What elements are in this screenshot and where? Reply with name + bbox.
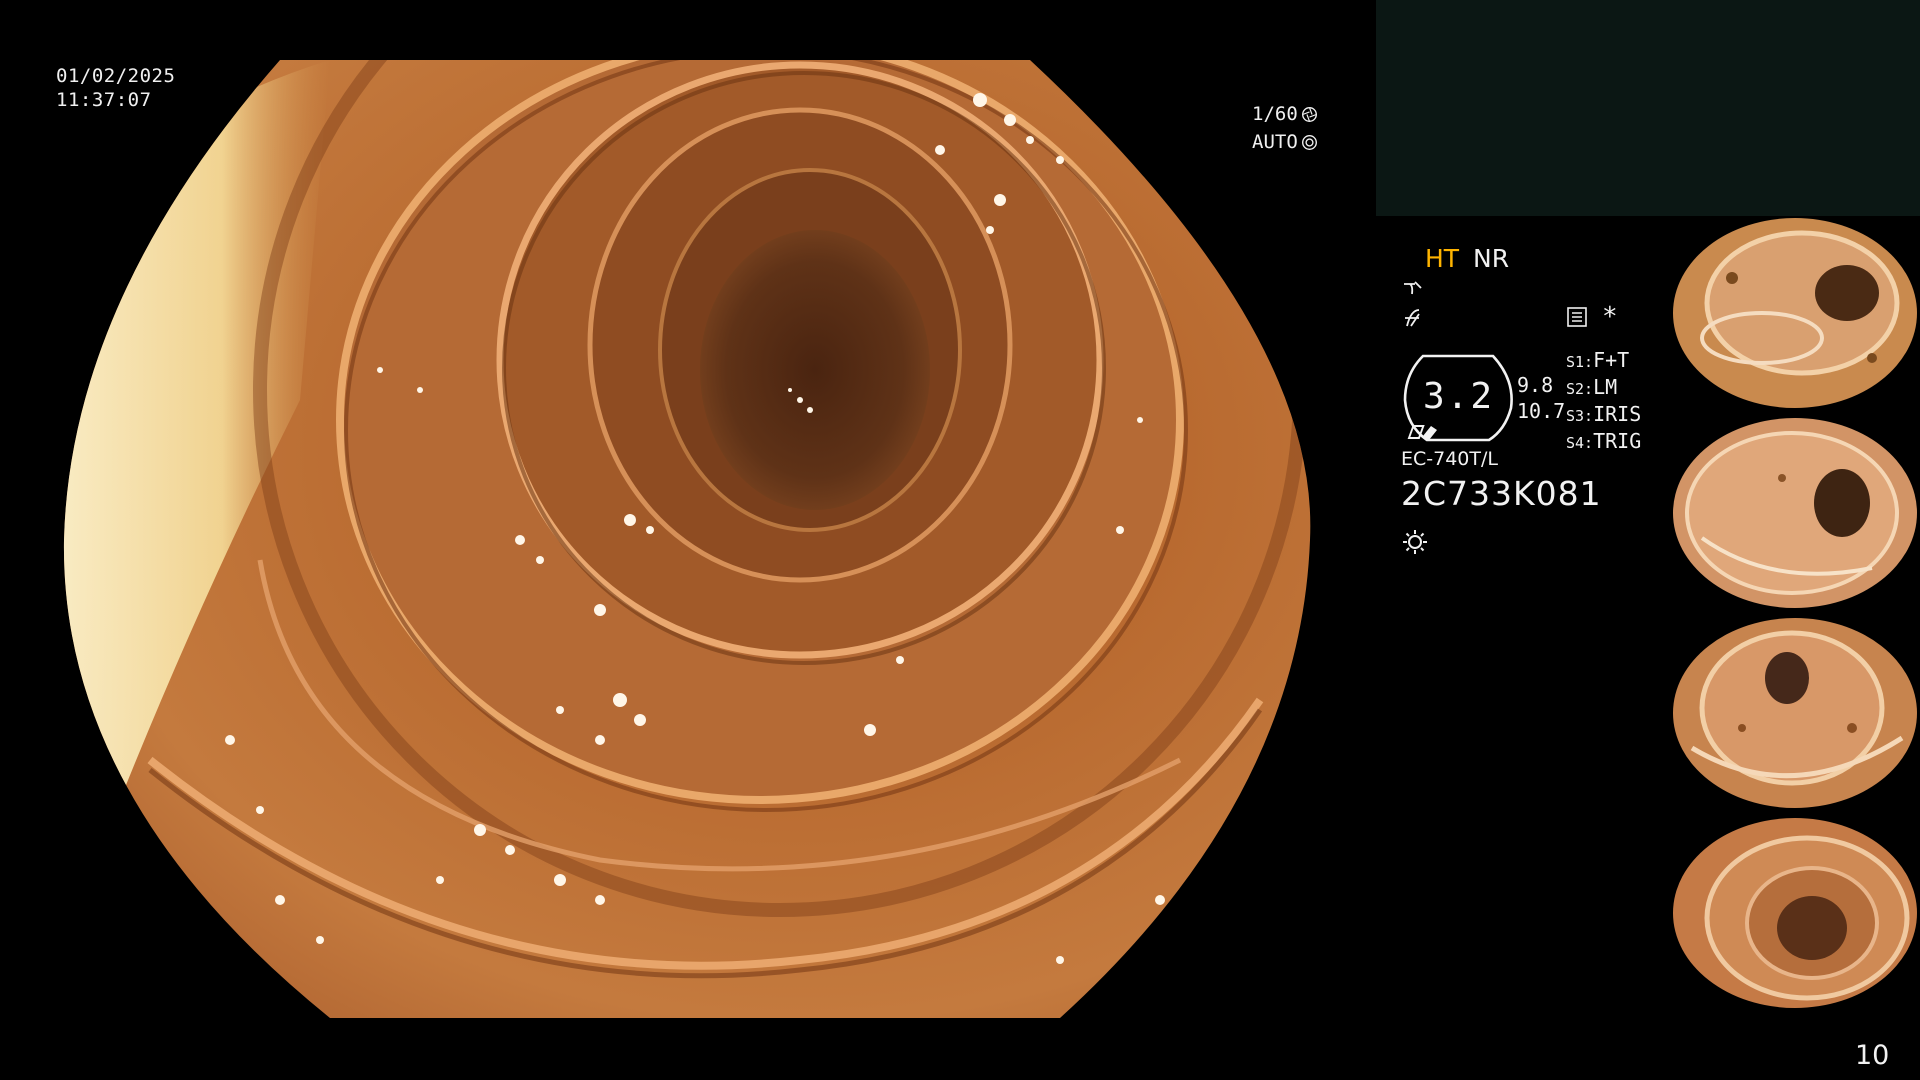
- top-right-panel: [1376, 0, 1920, 216]
- shutter-row: 1/60: [1252, 100, 1318, 128]
- thumbnail-3[interactable]: [1672, 618, 1918, 808]
- setting-key: S2:: [1566, 380, 1594, 398]
- setting-key: S1:: [1566, 353, 1594, 371]
- gauge-value-1: 9.8: [1517, 373, 1554, 397]
- setting-row-s2: S2:LM: [1566, 375, 1686, 402]
- iris-icon: [1301, 134, 1317, 150]
- settings-icons: *: [1566, 302, 1686, 332]
- setting-row-s4: S4:TRIG: [1566, 429, 1686, 456]
- mode-ht-label: HT: [1425, 244, 1460, 273]
- setting-key: S3:: [1566, 407, 1594, 425]
- gauge-value: 3.2: [1423, 376, 1495, 417]
- thumbnail-2[interactable]: [1672, 418, 1918, 608]
- setting-value: IRIS: [1593, 402, 1642, 426]
- shutter-text: 1/60: [1252, 103, 1298, 125]
- setting-row-s3: S3:IRIS: [1566, 402, 1686, 429]
- thumbnail-4[interactable]: [1672, 818, 1918, 1008]
- page-number: 10: [1855, 1040, 1890, 1071]
- mucosa-image: [63, 60, 1311, 1018]
- exposure-display: 1/60 AUTO: [1252, 100, 1318, 156]
- setting-row-s1: S1:F+T: [1566, 348, 1686, 375]
- settings-panel: * S1:F+T S2:LM S3:IRIS S4:TRIG: [1566, 302, 1686, 456]
- date-text: 01/02/2025: [56, 65, 176, 87]
- scope-model: EC-740T/L: [1401, 448, 1498, 470]
- mode-row: HT NR: [1425, 244, 1509, 273]
- shutter-icon: [1301, 106, 1317, 122]
- gauge-value-2: 10.7: [1517, 399, 1566, 423]
- datetime-display: 01/02/2025 11:37:07: [56, 64, 175, 112]
- setting-key: S4:: [1566, 434, 1594, 452]
- gauge-side-values: 9.8 10.7: [1517, 372, 1565, 424]
- contrast-icon: [1405, 309, 1420, 327]
- light-icon: [1403, 530, 1427, 554]
- endoscope-view: [0, 0, 1380, 1080]
- scope-serial: 2C733K081: [1401, 474, 1602, 513]
- thumbnail-1[interactable]: [1672, 218, 1918, 408]
- setting-value: LM: [1593, 375, 1618, 399]
- asterisk-icon: *: [1602, 302, 1618, 332]
- menu-icon: [1567, 307, 1587, 327]
- setting-value: TRIG: [1593, 429, 1642, 453]
- setting-value: F+T: [1593, 348, 1630, 372]
- time-text: 11:37:07: [56, 89, 152, 111]
- curve-icon: [1404, 281, 1422, 295]
- mode-nr-label: NR: [1473, 244, 1510, 273]
- iris-text: AUTO: [1252, 131, 1298, 153]
- iris-row: AUTO: [1252, 128, 1318, 156]
- thumbnail-strip: [1670, 216, 1920, 1016]
